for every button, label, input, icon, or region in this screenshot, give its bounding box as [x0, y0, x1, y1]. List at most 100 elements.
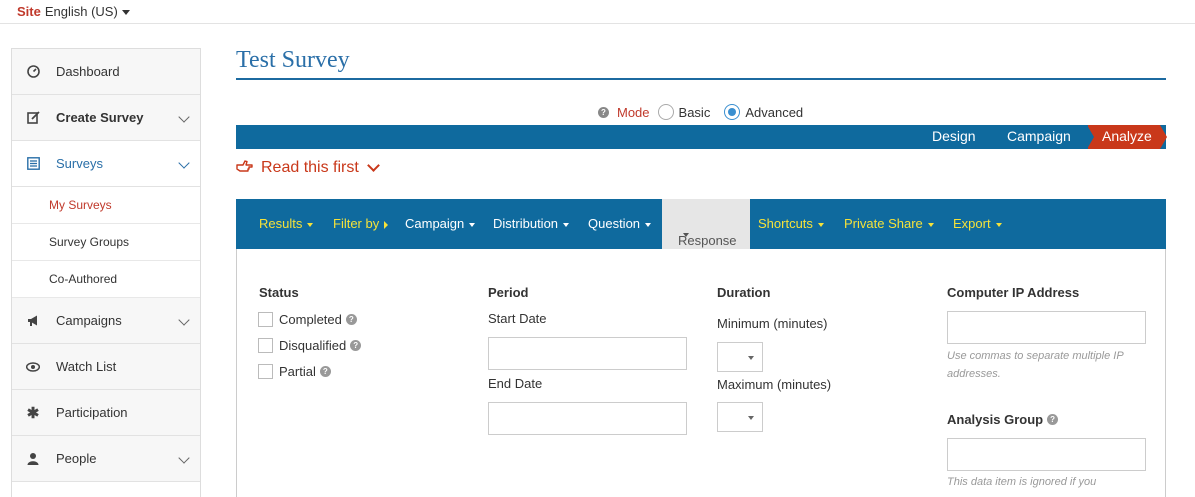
top-bar: Site English (US) — [0, 0, 1195, 24]
analysis-toolbar: Results Filter by Campaign Distribution … — [236, 199, 1166, 249]
chevron-down-icon — [178, 452, 190, 464]
help-icon[interactable]: ? — [1047, 414, 1059, 425]
sidebar-item-surveys[interactable]: Surveys — [12, 141, 200, 187]
disqualified-label: Disqualified — [279, 338, 347, 353]
analysis-group-input[interactable] — [947, 438, 1146, 471]
analysis-group-label: Analysis Group — [947, 412, 1044, 427]
sidebar-item-create-survey[interactable]: Create Survey — [12, 95, 200, 141]
mode-label: Mode — [617, 104, 650, 120]
step-analyze[interactable]: Analyze — [1087, 125, 1167, 149]
menu-filter-by-label: Filter by — [333, 216, 380, 231]
minimum-minutes-select[interactable] — [717, 342, 763, 372]
start-date-input[interactable] — [488, 337, 687, 370]
mode-advanced-label[interactable]: Advanced — [745, 105, 803, 120]
sidebar-subitem-my-surveys[interactable]: My Surveys — [12, 187, 200, 224]
caret-down-icon — [469, 222, 476, 227]
analysis-group-heading: Analysis Group ? — [947, 412, 1059, 427]
completed-label: Completed — [279, 312, 342, 327]
page-title: Test Survey — [236, 47, 350, 73]
site-language-selector[interactable]: Site English (US) — [17, 4, 130, 19]
mode-basic-radio[interactable] — [657, 104, 674, 120]
step-analyze-label: Analyze — [1102, 128, 1152, 144]
menu-question-label: Question — [588, 216, 641, 231]
menu-private-share[interactable]: Private Share — [844, 216, 934, 231]
chevron-down-icon — [178, 314, 190, 326]
help-icon[interactable]: ? — [345, 314, 357, 325]
chevron-down-icon — [178, 157, 190, 169]
menu-results-label: Results — [259, 216, 303, 231]
maximum-minutes-select[interactable] — [717, 402, 763, 432]
caret-down-icon — [563, 222, 570, 227]
partial-checkbox[interactable] — [258, 364, 273, 379]
sidebar-item-label: People — [56, 451, 97, 466]
site-label: Site — [17, 4, 41, 19]
start-date-label: Start Date — [488, 311, 547, 326]
sidebar-subitem-survey-groups[interactable]: Survey Groups — [12, 224, 200, 261]
mode-switcher: ? Mode Basic Advanced — [598, 104, 817, 120]
ip-address-hint: Use commas to separate multiple IP addre… — [947, 347, 1124, 383]
partial-label: Partial — [279, 364, 316, 379]
read-this-first-toggle[interactable]: Read this first — [236, 159, 380, 177]
response-filter-panel: Status Completed ? Disqualified ? Partia… — [236, 249, 1166, 497]
read-this-first-label: Read this first — [261, 159, 359, 176]
help-icon[interactable]: ? — [319, 366, 331, 377]
sidebar-item-dashboard[interactable]: Dashboard — [12, 49, 200, 95]
maximum-minutes-label: Maximum (minutes) — [717, 377, 832, 392]
duration-heading: Duration — [717, 285, 771, 300]
completed-checkbox[interactable] — [258, 312, 273, 327]
minimum-minutes-label: Minimum (minutes) — [717, 316, 828, 331]
sidebar: Dashboard Create Survey Surveys My Surve… — [11, 48, 201, 497]
menu-results[interactable]: Results — [259, 216, 314, 231]
caret-down-icon — [817, 222, 824, 227]
menu-private-share-label: Private Share — [844, 216, 923, 231]
chevron-down-icon — [366, 159, 380, 172]
megaphone-icon — [26, 314, 40, 328]
step-design[interactable]: Design — [932, 128, 976, 144]
menu-filter-by[interactable]: Filter by — [333, 216, 389, 231]
ip-address-input[interactable] — [947, 311, 1146, 344]
status-partial-option[interactable]: Partial ? — [258, 364, 331, 379]
asterisk-icon: ✱ — [26, 404, 40, 422]
ip-address-hint-line: Use commas to separate multiple IP — [947, 350, 1124, 362]
edit-icon — [26, 111, 40, 125]
status-completed-option[interactable]: Completed ? — [258, 312, 357, 327]
mode-advanced-radio[interactable] — [724, 104, 741, 120]
help-icon[interactable]: ? — [598, 106, 609, 118]
menu-campaign[interactable]: Campaign — [405, 216, 476, 231]
caret-down-icon — [307, 222, 314, 227]
sidebar-item-watch-list[interactable]: Watch List — [12, 344, 200, 390]
menu-shortcuts[interactable]: Shortcuts — [758, 216, 824, 231]
sidebar-item-campaigns[interactable]: Campaigns — [12, 298, 200, 344]
menu-shortcuts-label: Shortcuts — [758, 216, 813, 231]
sidebar-item-participation[interactable]: ✱ Participation — [12, 390, 200, 436]
menu-distribution-label: Distribution — [493, 216, 559, 231]
pointing-hand-icon — [236, 159, 253, 177]
status-disqualified-option[interactable]: Disqualified ? — [258, 338, 362, 353]
ip-address-hint-line: addresses. — [947, 368, 1001, 380]
period-heading: Period — [488, 285, 529, 300]
end-date-input[interactable] — [488, 402, 687, 435]
help-icon[interactable]: ? — [350, 340, 362, 351]
end-date-label: End Date — [488, 376, 543, 391]
status-heading: Status — [259, 285, 299, 300]
list-icon — [26, 157, 40, 171]
menu-export[interactable]: Export — [953, 216, 1002, 231]
dashboard-gauge-icon — [26, 65, 40, 79]
sidebar-item-people[interactable]: People — [12, 436, 200, 482]
title-divider — [236, 78, 1166, 80]
user-icon — [26, 452, 40, 466]
sidebar-item-label: Create Survey — [56, 110, 144, 125]
mode-basic-label[interactable]: Basic — [679, 105, 711, 120]
sidebar-subitem-co-authored[interactable]: Co-Authored — [12, 261, 200, 298]
analysis-group-hint: This data item is ignored if you — [947, 476, 1097, 488]
menu-question[interactable]: Question — [588, 216, 652, 231]
eye-icon — [26, 360, 40, 374]
step-campaign[interactable]: Campaign — [1007, 128, 1071, 144]
sidebar-item-label: Campaigns — [56, 313, 122, 328]
disqualified-checkbox[interactable] — [258, 338, 273, 353]
caret-down-icon — [645, 222, 652, 227]
menu-distribution[interactable]: Distribution — [493, 216, 570, 231]
caret-down-icon — [995, 222, 1002, 227]
sidebar-item-label: Dashboard — [56, 64, 120, 79]
menu-response[interactable]: Response — [662, 199, 750, 249]
